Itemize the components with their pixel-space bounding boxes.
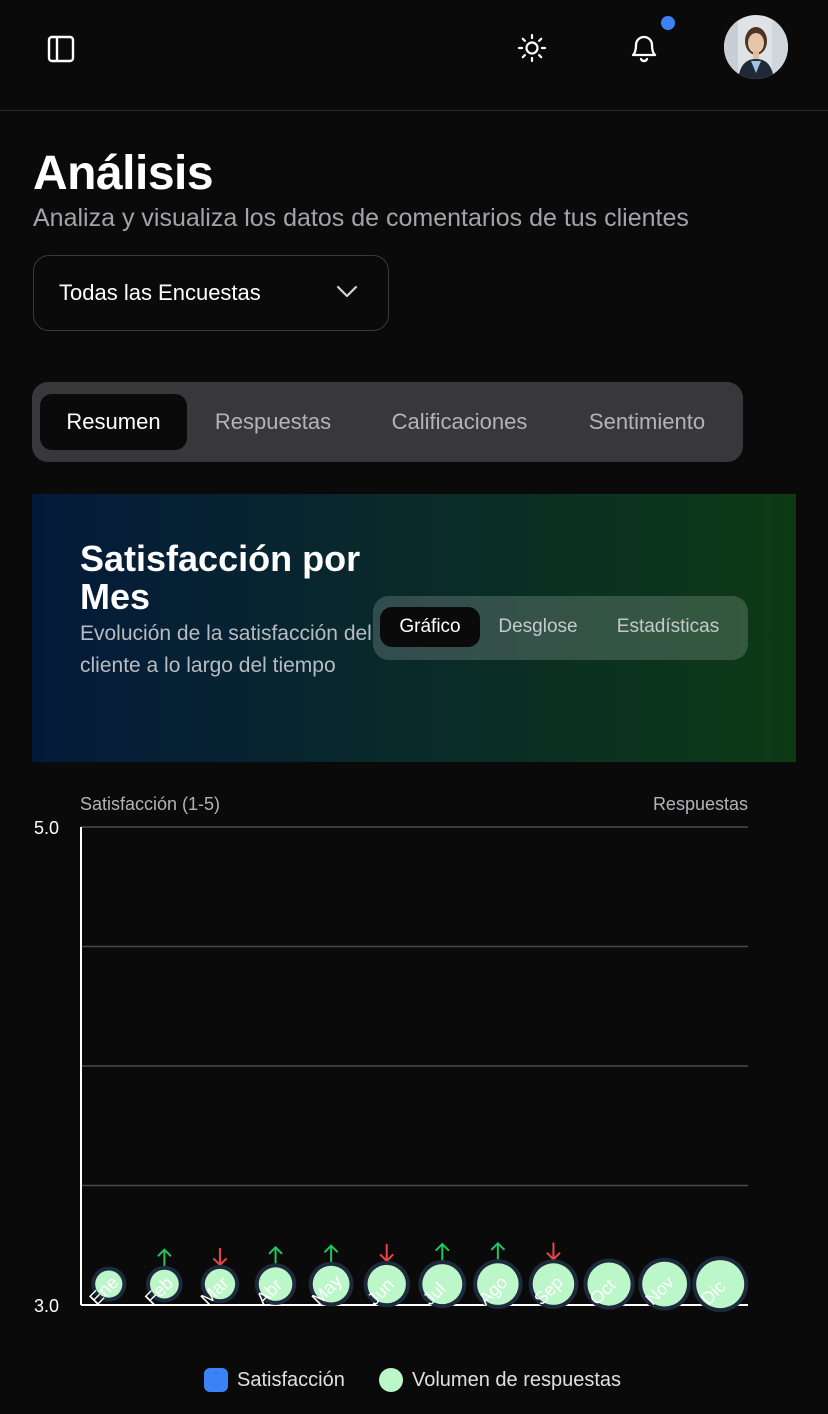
trend-down-arrow — [379, 1243, 394, 1263]
trend-up-arrow — [435, 1242, 450, 1262]
satisfaction-chart: 5.03.0 Ene Feb Mar Abr May Jun Jul Ago Sep Oct Nov D… — [34, 818, 749, 1316]
trend-up-arrow — [324, 1244, 339, 1263]
trend-up-arrow — [157, 1248, 172, 1267]
trend-down-arrow — [212, 1247, 227, 1267]
legend-label: Satisfacción — [237, 1368, 345, 1391]
legend-swatch-green — [379, 1368, 403, 1392]
trend-up-arrow — [490, 1241, 505, 1261]
legend-swatch-blue — [204, 1368, 228, 1392]
y-tick-label: 5.0 — [34, 818, 59, 838]
trend-up-arrow — [268, 1245, 283, 1265]
y-tick-label: 3.0 — [34, 1296, 59, 1316]
legend-label: Volumen de respuestas — [412, 1368, 622, 1391]
legend-item-satisfaccion[interactable]: Satisfacción — [204, 1368, 345, 1392]
legend-item-volumen[interactable]: Volumen de respuestas — [379, 1368, 621, 1392]
trend-down-arrow — [546, 1242, 561, 1261]
